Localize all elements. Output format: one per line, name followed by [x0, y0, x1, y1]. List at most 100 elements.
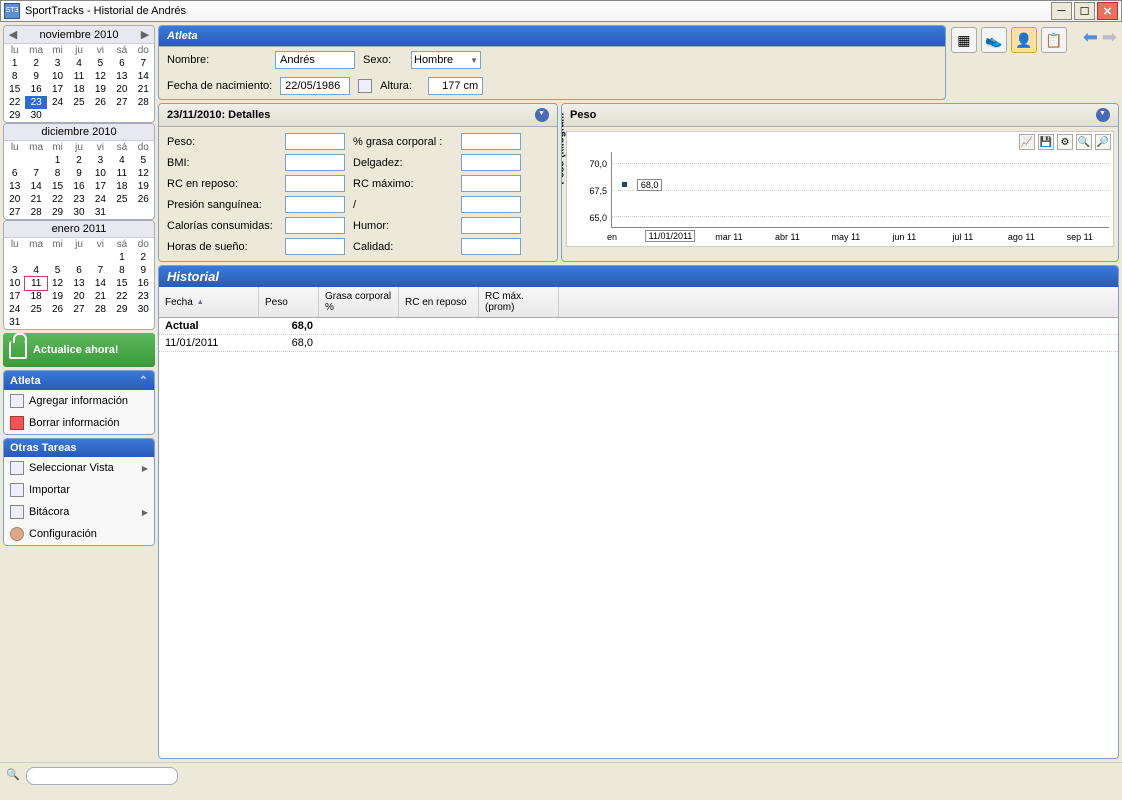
detail-input[interactable] [285, 238, 345, 255]
cal-day[interactable]: 17 [90, 180, 111, 193]
collapse-icon[interactable]: ⌃ [139, 374, 148, 387]
month-label[interactable]: enero 2011 [8, 223, 150, 235]
cal-day[interactable]: 19 [133, 180, 154, 193]
minimize-button[interactable]: ─ [1051, 2, 1072, 20]
chart-point[interactable] [622, 182, 627, 187]
detail-input[interactable] [461, 217, 521, 234]
cal-day[interactable]: 8 [111, 264, 132, 277]
cal-day[interactable]: 19 [47, 290, 68, 303]
cal-day[interactable]: 16 [68, 180, 89, 193]
cal-day[interactable]: 22 [111, 290, 132, 303]
cal-day[interactable]: 29 [47, 206, 68, 219]
cal-day[interactable]: 11 [25, 277, 46, 290]
cal-day[interactable]: 14 [90, 277, 111, 290]
cal-day[interactable]: 10 [90, 167, 111, 180]
cal-day[interactable]: 20 [68, 290, 89, 303]
update-button[interactable]: Actualice ahora! [3, 333, 155, 367]
close-button[interactable]: ✕ [1097, 2, 1118, 20]
table-row[interactable]: 11/01/201168,0 [159, 335, 1118, 352]
cal-day[interactable]: 9 [133, 264, 154, 277]
cal-day[interactable]: 29 [111, 303, 132, 316]
gear-icon[interactable]: ⚙ [1057, 134, 1073, 150]
peso-collapse[interactable] [1096, 108, 1110, 122]
detail-input[interactable] [285, 196, 345, 213]
cal-day[interactable]: 25 [25, 303, 46, 316]
calendar-icon[interactable] [358, 79, 372, 93]
cal-day[interactable]: 17 [47, 83, 68, 96]
hist-column-header[interactable]: Grasa corporal % [319, 287, 399, 317]
cal-day[interactable]: 28 [25, 206, 46, 219]
zoom-out-icon[interactable]: 🔎 [1095, 134, 1111, 150]
zoom-in-icon[interactable]: 🔍 [1076, 134, 1092, 150]
otras-panel-header[interactable]: Otras Tareas [4, 439, 154, 457]
sidebar-item[interactable]: Agregar información [4, 390, 154, 412]
cal-day[interactable]: 14 [25, 180, 46, 193]
cal-day[interactable]: 25 [68, 96, 89, 109]
cal-day[interactable]: 21 [25, 193, 46, 206]
cal-day[interactable]: 22 [4, 96, 25, 109]
cal-day[interactable]: 27 [4, 206, 25, 219]
cal-day[interactable]: 3 [4, 264, 25, 277]
cal-day[interactable]: 9 [68, 167, 89, 180]
cal-day[interactable]: 28 [133, 96, 154, 109]
cal-day[interactable]: 2 [68, 154, 89, 167]
hist-column-header[interactable]: Peso [259, 287, 319, 317]
cal-day[interactable]: 8 [4, 70, 25, 83]
hist-column-header[interactable]: RC máx. (prom) [479, 287, 559, 317]
cal-day[interactable]: 11 [68, 70, 89, 83]
cal-day[interactable]: 8 [47, 167, 68, 180]
cal-day[interactable]: 27 [111, 96, 132, 109]
cal-day[interactable]: 24 [47, 96, 68, 109]
cal-day[interactable]: 4 [25, 264, 46, 277]
cal-day[interactable]: 4 [111, 154, 132, 167]
forward-button[interactable]: ➡ [1102, 27, 1117, 98]
sidebar-item[interactable]: Configuración [4, 523, 154, 545]
cal-day[interactable]: 7 [90, 264, 111, 277]
cal-day[interactable]: 7 [133, 57, 154, 70]
cal-day[interactable]: 15 [47, 180, 68, 193]
search-input[interactable] [26, 767, 178, 785]
cal-day[interactable]: 14 [133, 70, 154, 83]
sexo-select[interactable]: Hombre▼ [411, 51, 481, 69]
cal-day[interactable]: 17 [4, 290, 25, 303]
table-row[interactable]: Actual68,0 [159, 318, 1118, 335]
atleta-panel-header[interactable]: Atleta ⌃ [4, 371, 154, 390]
cal-day[interactable]: 22 [47, 193, 68, 206]
cal-day[interactable]: 5 [47, 264, 68, 277]
cal-day[interactable]: 21 [90, 290, 111, 303]
cal-day[interactable]: 29 [4, 109, 25, 122]
detail-input[interactable] [461, 196, 521, 213]
detail-input[interactable] [285, 133, 345, 150]
cal-day[interactable]: 26 [47, 303, 68, 316]
cal-day[interactable]: 21 [133, 83, 154, 96]
cal-day[interactable]: 26 [133, 193, 154, 206]
athlete-button[interactable]: 👤 [1011, 27, 1037, 53]
cal-day[interactable]: 12 [133, 167, 154, 180]
cal-day[interactable]: 27 [68, 303, 89, 316]
peso-chart[interactable]: 📈 💾 ⚙ 🔍 🔎 Peso (kilogram 70,067,565,0 68… [566, 131, 1114, 247]
cal-day[interactable]: 30 [25, 109, 46, 122]
cal-day[interactable]: 23 [68, 193, 89, 206]
prev-month[interactable]: ◀ [8, 28, 18, 41]
detail-input[interactable] [285, 154, 345, 171]
month-label[interactable]: noviembre 2010 [20, 29, 138, 41]
detail-input[interactable] [461, 175, 521, 192]
hist-column-header[interactable]: Fecha▲ [159, 287, 259, 317]
chart-type-icon[interactable]: 📈 [1019, 134, 1035, 150]
maximize-button[interactable]: ☐ [1074, 2, 1095, 20]
cal-day[interactable]: 23 [25, 96, 46, 109]
cal-day[interactable]: 5 [133, 154, 154, 167]
cal-day[interactable]: 13 [68, 277, 89, 290]
detail-input[interactable] [461, 133, 521, 150]
sidebar-item[interactable]: Bitácora ▶ [4, 501, 154, 523]
cal-day[interactable]: 6 [68, 264, 89, 277]
cal-day[interactable]: 31 [4, 316, 25, 329]
cal-day[interactable]: 2 [133, 251, 154, 264]
cal-day[interactable]: 25 [111, 193, 132, 206]
cal-day[interactable]: 30 [68, 206, 89, 219]
cal-day[interactable]: 10 [47, 70, 68, 83]
cal-day[interactable]: 31 [90, 206, 111, 219]
detail-input[interactable] [461, 154, 521, 171]
cal-day[interactable]: 11 [111, 167, 132, 180]
sidebar-item[interactable]: Importar [4, 479, 154, 501]
